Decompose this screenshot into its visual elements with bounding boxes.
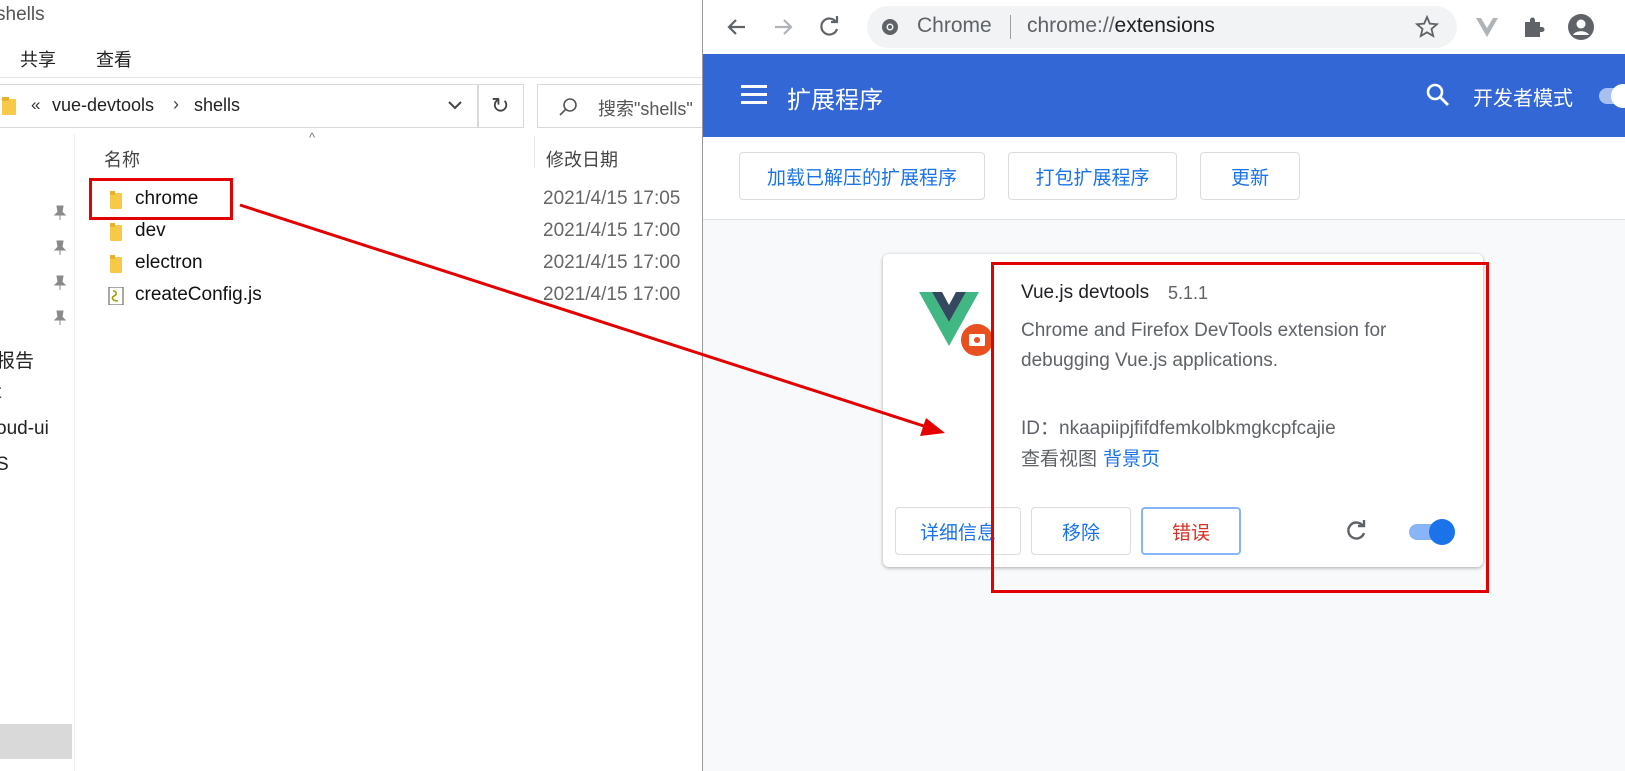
file-date: 2021/4/15 17:00 [543, 220, 681, 241]
file-date: 2021/4/15 17:05 [543, 188, 681, 209]
extensions-header: 扩展程序 开发者模式 [703, 54, 1625, 137]
puzzle-icon[interactable] [1520, 13, 1548, 41]
file-row[interactable]: electron 2021/4/15 17:00 [78, 249, 702, 279]
nav-item-selected[interactable] [0, 724, 72, 759]
menu-icon[interactable] [741, 83, 767, 105]
search-box[interactable]: 搜索"shells" [537, 84, 702, 128]
navigation-pane: 报告 t oud-ui S [0, 134, 75, 771]
nav-item[interactable]: S [0, 454, 9, 476]
star-icon[interactable] [1415, 15, 1439, 39]
sort-ascending-icon: ^ [309, 130, 316, 145]
file-date: 2021/4/15 17:00 [543, 252, 681, 273]
breadcrumb-shells[interactable]: shells [194, 95, 240, 116]
developer-action-bar: 加载已解压的扩展程序 打包扩展程序 更新 [703, 137, 1625, 220]
highlight-chrome-folder [89, 178, 233, 220]
pin-icon[interactable] [53, 310, 67, 326]
url-scheme: chrome:// [1027, 14, 1115, 37]
folder-icon [110, 255, 122, 273]
pin-icon[interactable] [53, 275, 67, 291]
column-divider[interactable] [534, 136, 535, 168]
js-file-icon [108, 287, 124, 305]
reload-icon[interactable] [815, 13, 843, 41]
refresh-button[interactable]: ↻ [478, 84, 524, 128]
chevron-down-icon[interactable] [446, 95, 464, 115]
error-badge-icon [961, 324, 993, 356]
pack-extension-button[interactable]: 打包扩展程序 [1008, 152, 1177, 200]
chrome-site-icon[interactable] [881, 18, 899, 36]
search-icon[interactable] [1425, 82, 1451, 108]
menu-view[interactable]: 查看 [96, 46, 132, 72]
folder-icon [110, 223, 122, 241]
address-bar[interactable]: Chrome chrome://extensions [867, 6, 1457, 48]
refresh-icon: ↻ [491, 93, 510, 118]
file-date: 2021/4/15 17:00 [543, 284, 681, 305]
site-label: Chrome [917, 14, 992, 37]
search-placeholder: 搜索"shells" [598, 99, 693, 119]
file-explorer-window: shells 共享 查看 « vue-devtools › shells ↻ 搜… [0, 0, 702, 771]
browser-toolbar: Chrome chrome://extensions [703, 0, 1625, 54]
profile-icon[interactable] [1567, 13, 1595, 41]
file-row[interactable]: dev 2021/4/15 17:00 [78, 217, 702, 247]
highlight-extension-card [991, 262, 1489, 593]
ribbon-divider [0, 77, 702, 78]
address-bar[interactable]: « vue-devtools › shells [0, 84, 478, 128]
dev-mode-toggle-knob[interactable] [1611, 84, 1625, 108]
load-unpacked-button[interactable]: 加载已解压的扩展程序 [739, 152, 985, 200]
dev-mode-label: 开发者模式 [1473, 88, 1573, 110]
file-name: createConfig.js [135, 284, 262, 305]
page-title: 扩展程序 [787, 87, 883, 114]
pin-icon[interactable] [53, 240, 67, 256]
search-icon [559, 98, 577, 116]
vue-extension-icon[interactable] [1473, 13, 1501, 41]
column-header-name[interactable]: 名称 [104, 146, 140, 172]
window-title: shells [0, 4, 45, 25]
breadcrumb-separator[interactable]: › [173, 94, 179, 115]
file-name: dev [135, 220, 166, 241]
back-icon[interactable] [723, 13, 751, 41]
url-text: chrome://extensions [1027, 14, 1215, 38]
menu-share[interactable]: 共享 [20, 46, 56, 72]
url-path: extensions [1114, 14, 1215, 37]
column-header-date[interactable]: 修改日期 [546, 146, 618, 172]
address-overflow-chevron[interactable]: « [31, 95, 40, 115]
forward-icon[interactable] [769, 13, 797, 41]
file-row[interactable]: createConfig.js 2021/4/15 17:00 [78, 281, 702, 311]
nav-item[interactable]: oud-ui [0, 418, 49, 440]
file-name: electron [135, 252, 203, 273]
folder-icon [2, 97, 16, 115]
update-button[interactable]: 更新 [1200, 152, 1300, 200]
nav-item[interactable]: 报告 [0, 346, 34, 373]
pin-icon[interactable] [53, 205, 67, 221]
breadcrumb-vue-devtools[interactable]: vue-devtools [52, 95, 154, 116]
omnibox-divider [1010, 15, 1011, 39]
nav-item[interactable]: t [0, 382, 1, 404]
